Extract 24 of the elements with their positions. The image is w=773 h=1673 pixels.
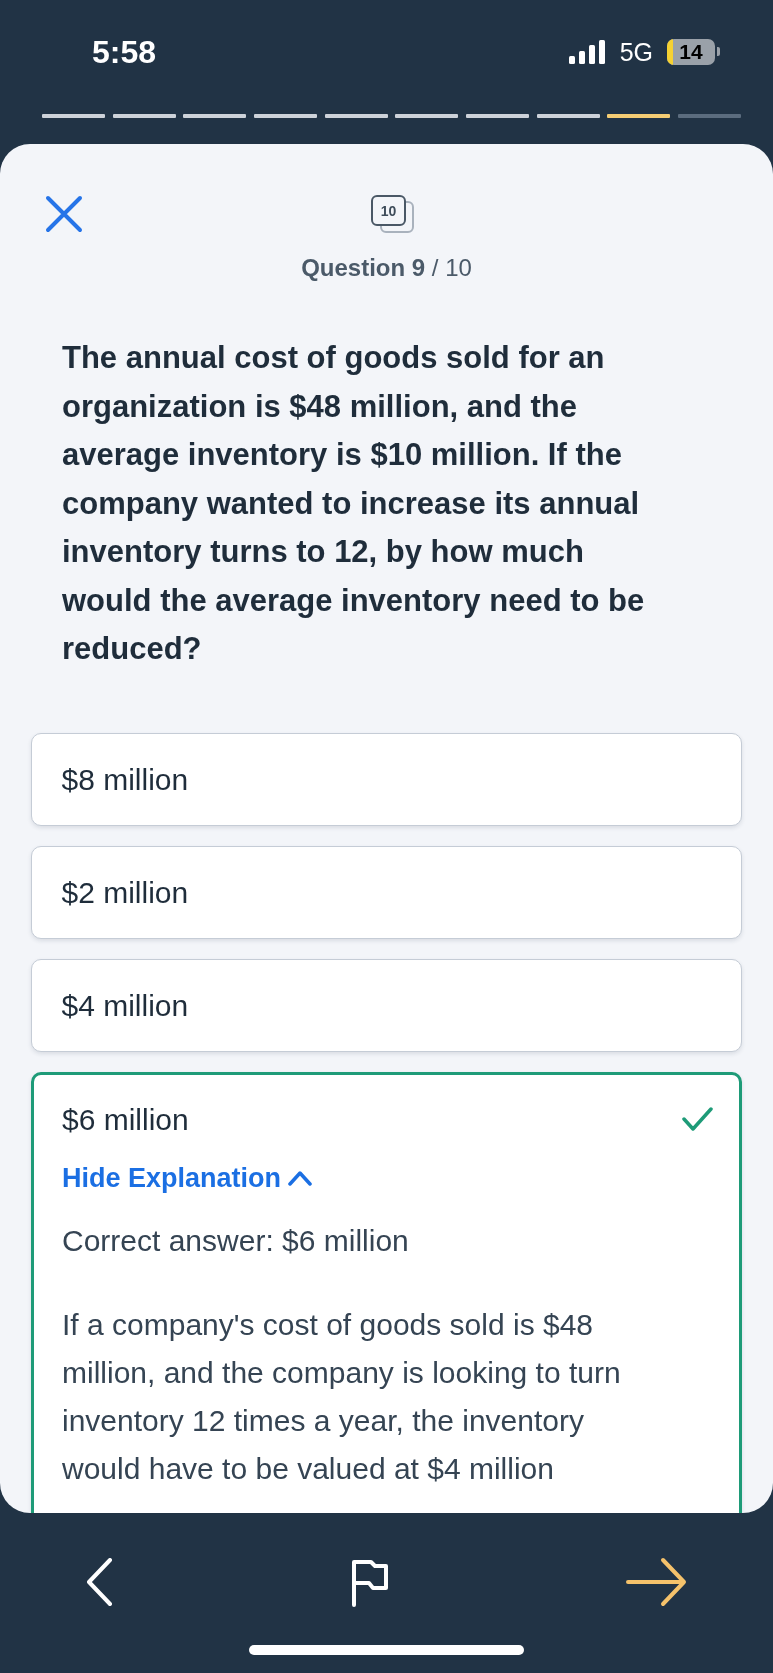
arrow-right-icon bbox=[626, 1557, 687, 1607]
signal-icon bbox=[568, 39, 606, 64]
check-icon bbox=[682, 1107, 713, 1132]
close-icon bbox=[45, 195, 83, 233]
back-button[interactable] bbox=[86, 1558, 113, 1606]
answer-option[interactable]: $8 million bbox=[31, 732, 742, 826]
question-counter: Question 9 / 10 bbox=[301, 253, 472, 283]
question-count-badge: 10 bbox=[371, 195, 406, 226]
close-button[interactable] bbox=[45, 195, 83, 233]
network-type: 5G bbox=[619, 37, 653, 66]
question-text: The annual cost of goods sold for an organization is $48 million, and the average inventory is $10 million. If the company wanted to increase its annual inventory turns to 12, by how much would the average inventory need to be reduced? bbox=[62, 339, 646, 668]
answer-option[interactable]: $2 million bbox=[31, 845, 742, 939]
chevron-left-icon bbox=[86, 1558, 113, 1606]
status-time: 5:58 bbox=[92, 33, 157, 70]
correct-answer-text: Correct answer: $6 million bbox=[62, 1223, 410, 1258]
answer-option[interactable]: $6 million Hide Explanation Correct answer: $6 million If a company's cost of goods sold is $48 million, and the company is looking to turn inventory 12 times a year, the inventory would have to be valued at $4 million bbox=[31, 1071, 742, 1513]
explanation-text: If a company's cost of goods sold is $48 million, and the company is looking to turn inventory 12 times a year, the inventory would have to be valued at $4 million bbox=[62, 1306, 622, 1487]
answer-option[interactable]: $4 million bbox=[31, 958, 742, 1052]
next-button[interactable] bbox=[626, 1557, 687, 1607]
flag-icon bbox=[350, 1557, 389, 1607]
battery-indicator: 14 bbox=[667, 38, 720, 65]
flag-button[interactable] bbox=[350, 1557, 389, 1607]
hide-explanation-link[interactable]: Hide Explanation bbox=[62, 1160, 313, 1195]
caret-icon bbox=[288, 1169, 313, 1186]
